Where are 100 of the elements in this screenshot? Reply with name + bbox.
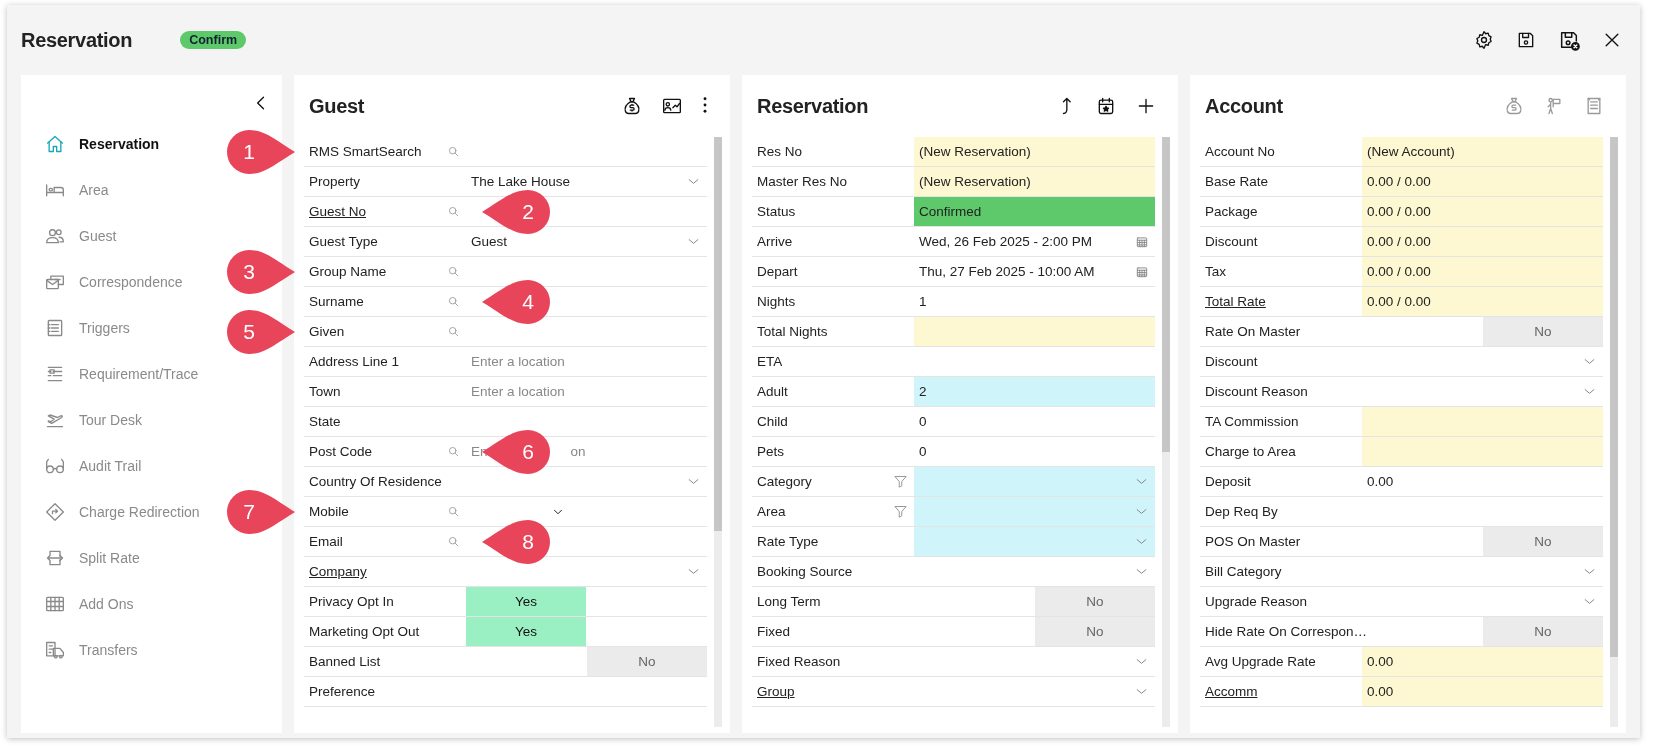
field-label: Dep Req By — [1205, 504, 1278, 519]
callout-marker: 2 — [480, 188, 552, 236]
field-value: (New Reservation) — [919, 174, 1031, 189]
placeholder-text: on — [570, 444, 586, 459]
search-icon — [447, 535, 460, 548]
sidebar-item[interactable]: Tour Desk — [39, 397, 149, 443]
input-field[interactable]: (New Reservation) — [914, 137, 1155, 166]
field-label: Guest Type — [309, 234, 378, 249]
sidebar-item[interactable]: Requirement/Trace — [39, 351, 205, 397]
input-field[interactable] — [1362, 407, 1603, 436]
receipt-icon — [1584, 96, 1604, 116]
field-label: Surname — [309, 294, 364, 309]
panel-title: Guest — [309, 94, 365, 118]
field-label: Upgrade Reason — [1205, 594, 1308, 609]
disk-drawing — [1558, 29, 1580, 51]
toggle-switch[interactable]: Yes — [466, 587, 586, 616]
field-label: Preference — [309, 684, 376, 699]
field-value: Wed, 26 Feb 2025 - 2:00 PM — [919, 234, 1093, 249]
field-label: Privacy Opt In — [309, 594, 394, 609]
gear-drawing — [1474, 30, 1494, 50]
sidebar-item[interactable]: Guest — [39, 213, 123, 259]
field-value: (New Reservation) — [919, 144, 1031, 159]
input-field[interactable]: (New Account) — [1362, 137, 1603, 166]
field-value: 0.00 — [1367, 474, 1394, 489]
callout-marker: 1 — [225, 128, 297, 176]
input-field[interactable]: 0.00 / 0.00 — [1362, 167, 1603, 196]
sidebar-item[interactable]: Triggers — [39, 305, 136, 351]
field-link[interactable]: Guest No — [309, 204, 367, 219]
field-value: Guest — [471, 234, 508, 249]
field-link[interactable]: Total Rate — [1205, 294, 1266, 309]
filter-icon[interactable] — [893, 504, 908, 519]
input-field[interactable]: 0.00 / 0.00 — [1362, 197, 1603, 226]
status-badge: Confirm — [180, 31, 247, 49]
search-icon — [447, 445, 460, 458]
sidebar-item[interactable]: Area — [39, 167, 115, 213]
field-label: Property — [309, 174, 361, 189]
sidebar-item[interactable]: Add Ons — [39, 581, 140, 627]
toolbar-button[interactable] — [662, 96, 682, 116]
field-value: 2 — [919, 384, 927, 399]
input-field[interactable]: 0.00 / 0.00 — [1362, 227, 1603, 256]
input-field[interactable] — [914, 527, 1155, 556]
field-link[interactable]: Company — [309, 564, 367, 579]
toolbar-button[interactable] — [1096, 96, 1116, 116]
field-value: 0.00 — [1367, 654, 1394, 669]
field-label: Hide Rate On Correspon… — [1205, 624, 1368, 639]
document-icon — [45, 318, 65, 338]
scrollbar[interactable] — [714, 137, 722, 727]
panel-title: Reservation — [757, 94, 869, 118]
toolbar-button[interactable] — [1136, 96, 1156, 116]
toggle-switch[interactable]: Yes — [466, 617, 586, 646]
sidebar-item[interactable]: Split Rate — [39, 535, 146, 581]
field-link[interactable]: Group — [757, 684, 795, 699]
toggle-switch[interactable]: No — [1483, 617, 1603, 646]
input-field[interactable] — [914, 497, 1155, 526]
field-label: Fixed Reason — [757, 654, 841, 669]
field-value: 0 — [919, 444, 927, 459]
field-label: Given — [309, 324, 345, 339]
input-field[interactable]: 0.00 — [1362, 647, 1603, 676]
input-field[interactable] — [914, 467, 1155, 496]
filter-icon[interactable] — [893, 474, 908, 489]
field-link[interactable]: Accomm — [1205, 684, 1258, 699]
sidebar-item[interactable]: Transfers — [39, 627, 144, 673]
sidebar-item[interactable]: Correspondence — [39, 259, 189, 305]
scrollbar[interactable] — [1610, 137, 1618, 727]
search-icon — [447, 325, 460, 338]
field-label: Nights — [757, 294, 796, 309]
calendar-icon — [1135, 234, 1149, 249]
input-field[interactable] — [1362, 437, 1603, 466]
input-field[interactable]: 2 — [914, 377, 1155, 406]
field-label: Status — [757, 204, 796, 219]
field-value: The Lake House — [471, 174, 571, 189]
field-label: Banned List — [309, 654, 381, 669]
field-value: Confirmed — [919, 204, 982, 219]
scrollbar[interactable] — [1162, 137, 1170, 727]
list-icon — [45, 364, 65, 384]
field-label: Master Res No — [757, 174, 848, 189]
toolbar-button[interactable] — [622, 96, 642, 116]
toggle-switch[interactable]: No — [1035, 587, 1155, 616]
calendar-icon — [1096, 96, 1116, 116]
input-field[interactable]: Confirmed — [914, 197, 1155, 226]
toggle-switch[interactable]: No — [1483, 317, 1603, 346]
input-field[interactable]: (New Reservation) — [914, 167, 1155, 196]
search-icon — [447, 145, 460, 158]
sidebar-item[interactable]: Charge Redirection — [39, 489, 206, 535]
sidebar-item[interactable]: Audit Trail — [39, 443, 148, 489]
input-field[interactable]: 0.00 / 0.00 — [1362, 257, 1603, 286]
input-field[interactable]: 0.00 — [1362, 677, 1603, 706]
input-field[interactable] — [914, 317, 1155, 346]
toggle-switch[interactable]: No — [587, 647, 707, 676]
input-field[interactable]: 0.00 / 0.00 — [1362, 287, 1603, 316]
toggle-switch[interactable]: No — [1483, 527, 1603, 556]
panel-title: Account — [1205, 94, 1283, 118]
sidebar-item[interactable]: Reservation — [39, 121, 166, 167]
people-icon — [45, 226, 65, 246]
field-label: Country Of Residence — [309, 474, 442, 489]
field-label: Address Line 1 — [309, 354, 400, 369]
toggle-switch[interactable]: No — [1035, 617, 1155, 646]
toolbar-button[interactable] — [702, 96, 708, 116]
glasses-icon — [45, 456, 65, 476]
field-value: 0.00 / 0.00 — [1367, 204, 1431, 219]
